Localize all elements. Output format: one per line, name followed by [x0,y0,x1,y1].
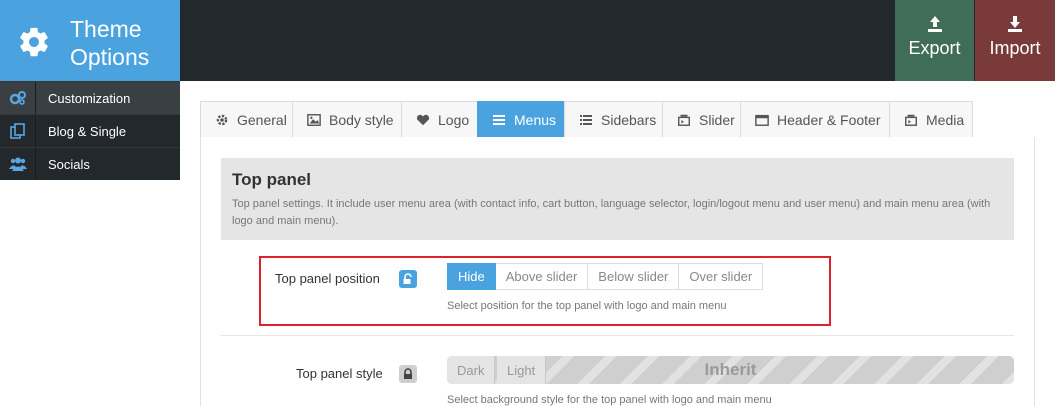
import-label: Import [989,38,1041,58]
cogs-icon [0,82,36,114]
sidebar: Customization Blog & Single Socials [0,81,180,180]
users-icon [0,148,36,180]
tab-label: Media [926,111,965,128]
inherit-label: Inherit [704,360,757,379]
tab-logo[interactable]: Logo [401,101,478,137]
tab-header-footer[interactable]: Header & Footer [740,101,890,137]
sidebar-item-label: Customization [48,91,131,106]
gear-icon [20,27,48,57]
tab-label: Slider [699,111,735,128]
top-header: Theme Options Export Import [0,0,1055,81]
tab-slider[interactable]: Slider [662,101,741,137]
top-panel-style-selector[interactable]: Dark Light Inherit [447,356,1014,384]
upload-icon [927,16,942,32]
top-panel-position-selector: Hide Above slider Below slider Over slid… [447,263,764,290]
sidebar-item-label: Socials [48,157,90,172]
option-over-slider[interactable]: Over slider [679,263,764,290]
tab-label: Sidebars [601,111,657,128]
media-icon [905,114,917,126]
top-panel-position-label: Top panel position [275,271,380,286]
title-line-2: Options [70,44,150,70]
top-panel-style-help: Select background style for the top pane… [447,394,772,406]
page-title: Theme Options [70,15,149,71]
tab-menus[interactable]: Menus [477,101,565,137]
heart-icon [416,114,430,125]
list-icon [580,114,592,125]
unlock-icon[interactable] [399,270,417,288]
lock-icon[interactable] [399,365,417,383]
tab-label: Logo [438,111,470,128]
sidebar-item-blog-single[interactable]: Blog & Single [0,114,180,147]
sidebar-item-socials[interactable]: Socials [0,147,180,180]
gear-icon [216,114,228,125]
section-description: Top panel settings. It include user menu… [232,198,991,227]
sidebar-item-customization[interactable]: Customization [0,81,180,114]
section-title: Top panel [232,170,312,189]
menu-icon [493,114,505,125]
title-line-1: Theme [70,16,142,42]
tab-label: Body style [329,111,394,128]
tab-general[interactable]: General [200,101,293,137]
export-label: Export [908,38,961,58]
download-icon [1008,16,1022,32]
slider-icon [678,114,690,126]
window-icon [755,114,769,126]
tab-label: General [237,111,287,128]
tab-body-style[interactable]: Body style [292,101,402,137]
export-button[interactable]: Export [895,0,974,81]
option-above-slider[interactable]: Above slider [495,263,589,290]
section-header: Top panel Top panel settings. It include… [221,158,1014,240]
tab-label: Menus [514,111,557,128]
option-hide[interactable]: Hide [447,263,496,290]
sidebar-item-label: Blog & Single [48,124,127,139]
top-panel-style-label: Top panel style [296,366,383,381]
tab-sidebars[interactable]: Sidebars [564,101,663,137]
import-button[interactable]: Import [975,0,1055,81]
image-icon [307,113,321,126]
option-below-slider[interactable]: Below slider [588,263,680,290]
tab-label: Header & Footer [777,111,881,128]
copy-icon [0,115,36,147]
brand-area: Theme Options [0,0,180,81]
field-divider [221,335,1014,336]
tab-media[interactable]: Media [889,101,973,137]
top-panel-position-help: Select position for the top panel with l… [447,300,727,312]
